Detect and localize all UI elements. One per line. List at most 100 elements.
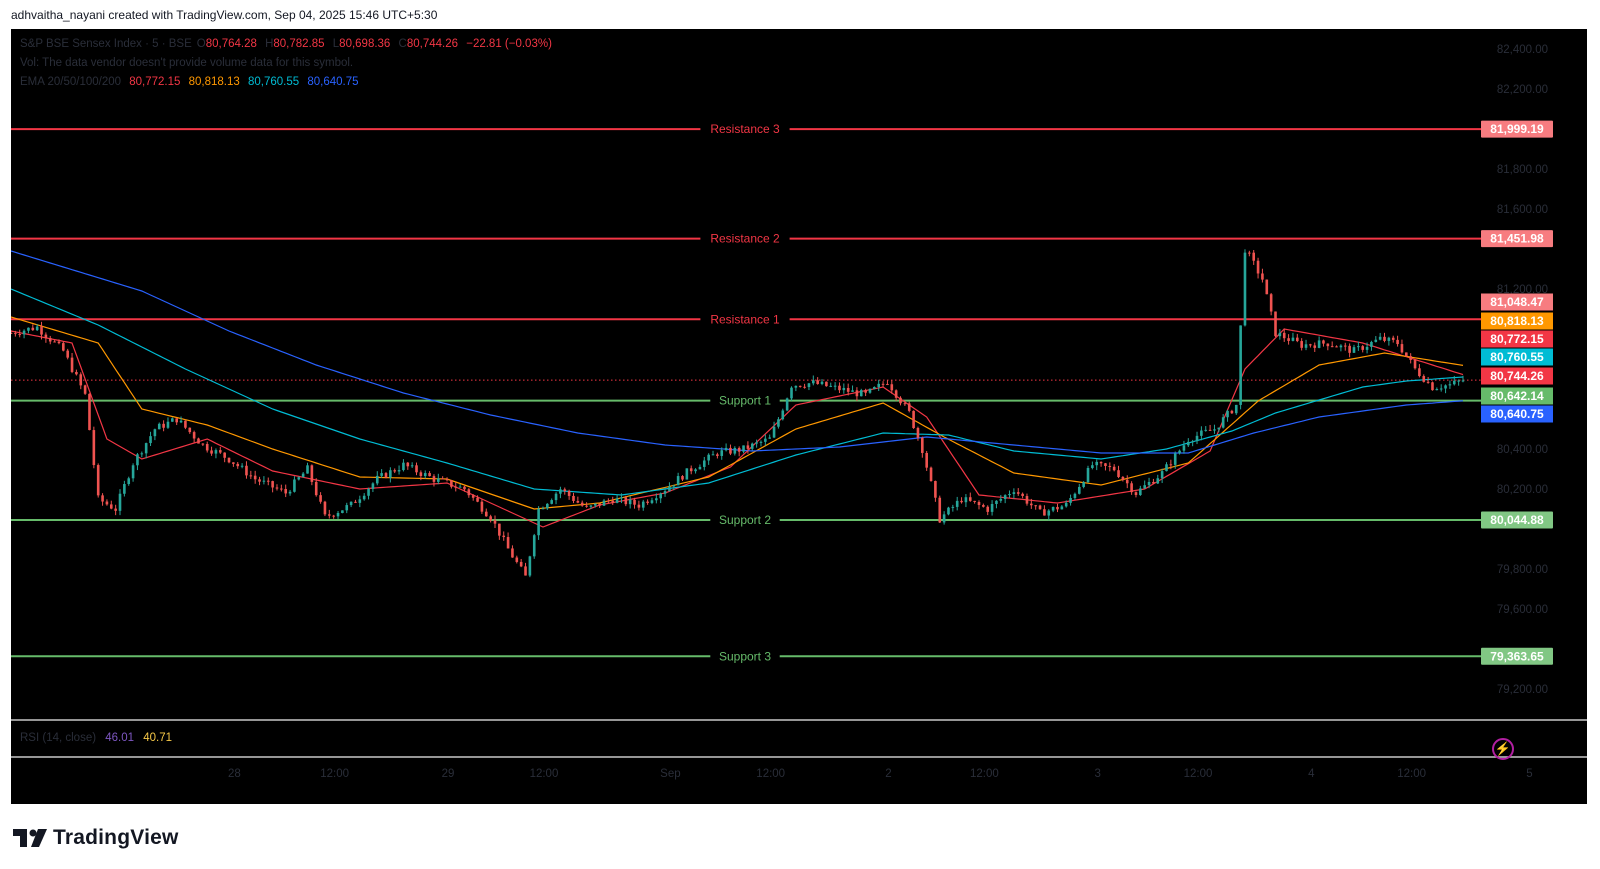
candle xyxy=(576,500,580,503)
symbol-label[interactable]: S&P BSE Sensex Index · 5 · BSE xyxy=(20,38,192,50)
level-label: Resistance 1 xyxy=(710,312,780,326)
candle xyxy=(986,506,990,512)
candle xyxy=(554,493,558,501)
ema50-line xyxy=(11,316,1464,510)
candle xyxy=(768,437,772,439)
candle xyxy=(1191,441,1194,443)
ema-legend: EMA 20/50/100/200 80,772.15 80,818.13 80… xyxy=(20,76,364,88)
candle xyxy=(450,480,453,487)
candle xyxy=(197,438,200,444)
candle xyxy=(646,501,649,503)
candle xyxy=(140,453,144,455)
candle xyxy=(1121,476,1125,480)
candle xyxy=(432,476,436,482)
candle xyxy=(1426,381,1430,383)
candle xyxy=(310,465,314,482)
candle xyxy=(1169,464,1173,466)
candle xyxy=(1418,368,1421,377)
candle xyxy=(410,465,414,467)
candle xyxy=(1021,493,1024,497)
candle xyxy=(471,495,475,498)
candle xyxy=(668,486,671,492)
candle xyxy=(1422,376,1426,382)
candle xyxy=(319,495,322,502)
candle xyxy=(253,475,257,480)
low-value: 80,698.36 xyxy=(339,38,391,50)
candle xyxy=(1147,481,1151,486)
candle xyxy=(114,508,117,511)
candle xyxy=(1391,337,1395,340)
candle xyxy=(903,403,907,405)
x-axis-tick-label: 3 xyxy=(1095,768,1101,780)
candle xyxy=(354,501,357,503)
candle xyxy=(437,478,440,482)
ema-label[interactable]: EMA 20/50/100/200 xyxy=(20,76,121,88)
candle xyxy=(109,504,113,509)
candle xyxy=(964,497,968,503)
candle xyxy=(1278,332,1282,337)
candle xyxy=(968,497,972,501)
volume-legend: Vol: The data vendor doesn't provide vol… xyxy=(20,57,358,69)
candle xyxy=(123,484,126,494)
candle xyxy=(105,501,109,505)
candle xyxy=(1182,445,1186,451)
candle xyxy=(907,403,911,411)
candle xyxy=(1195,435,1199,442)
chart-frame[interactable]: 82,400.00 82,200.00 81,800.00 81,600.00 81,2… xyxy=(11,29,1587,804)
candle xyxy=(419,472,423,477)
candle xyxy=(973,500,976,502)
candle xyxy=(14,333,17,335)
candle xyxy=(532,535,536,557)
candle xyxy=(846,387,850,392)
price-chart[interactable]: 82,400.0082,200.0081,800.0081,600.0081,2… xyxy=(11,29,1587,804)
candle xyxy=(851,390,854,392)
candle xyxy=(1173,453,1177,465)
candle xyxy=(445,478,449,481)
candle xyxy=(1104,463,1107,467)
candle xyxy=(166,421,170,428)
candle xyxy=(375,475,379,484)
candle xyxy=(136,454,139,466)
candle xyxy=(1348,345,1351,353)
candle xyxy=(332,515,335,517)
candle xyxy=(1339,345,1343,348)
candle xyxy=(546,503,549,509)
candle xyxy=(88,393,91,431)
candle xyxy=(1200,430,1203,436)
candle xyxy=(1457,380,1460,382)
candle xyxy=(1117,470,1120,477)
x-axis-tick-label: 12:00 xyxy=(970,768,999,780)
candle xyxy=(615,498,619,503)
lightning-icon[interactable]: ⚡ xyxy=(1492,738,1514,760)
candle xyxy=(816,380,819,384)
candle xyxy=(537,508,540,536)
candle xyxy=(458,486,462,488)
level-price-tag: 79,363.65 xyxy=(1490,649,1544,663)
x-axis-tick-label: 29 xyxy=(442,768,455,780)
candle xyxy=(1287,338,1290,341)
candle xyxy=(1461,380,1465,382)
candle xyxy=(820,381,824,384)
level-price-tag: 80,044.88 xyxy=(1490,513,1544,527)
candle xyxy=(1091,465,1094,468)
candle xyxy=(218,450,222,453)
candle xyxy=(428,473,431,477)
candle xyxy=(611,500,615,503)
candle xyxy=(842,387,846,391)
candle xyxy=(593,503,597,506)
rsi-label[interactable]: RSI (14, close) xyxy=(20,732,96,744)
candle xyxy=(1060,506,1064,510)
candle xyxy=(262,480,266,482)
candle xyxy=(341,510,344,513)
candle xyxy=(402,462,405,471)
candle xyxy=(524,566,527,576)
candle xyxy=(1317,340,1321,348)
level-price-tag: 81,999.19 xyxy=(1490,122,1544,136)
candle xyxy=(480,501,484,512)
candle xyxy=(729,447,732,454)
candle xyxy=(798,385,802,387)
candle xyxy=(982,505,985,507)
candle xyxy=(790,387,793,399)
candle xyxy=(934,481,937,498)
candle xyxy=(541,508,545,510)
